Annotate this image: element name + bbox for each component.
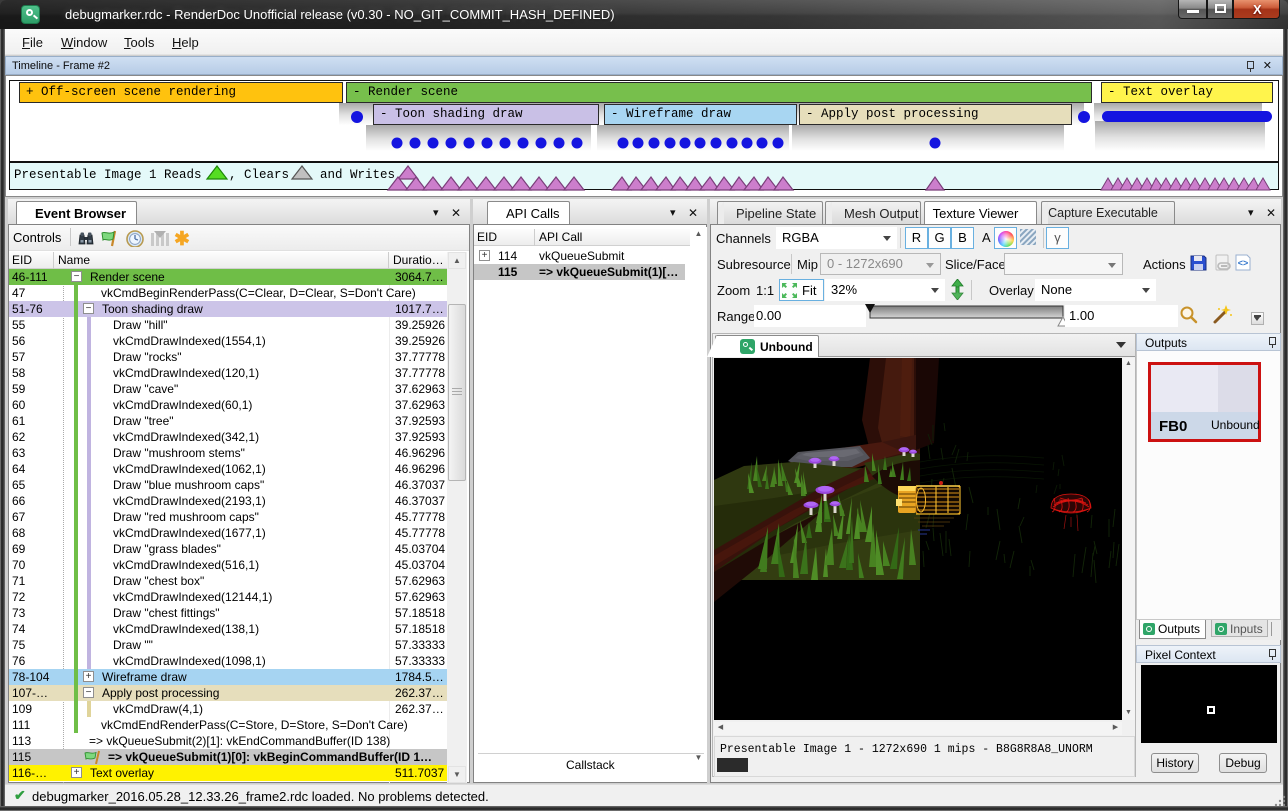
svg-text:<>: <> <box>1238 258 1249 268</box>
svg-text:✱: ✱ <box>174 229 190 247</box>
